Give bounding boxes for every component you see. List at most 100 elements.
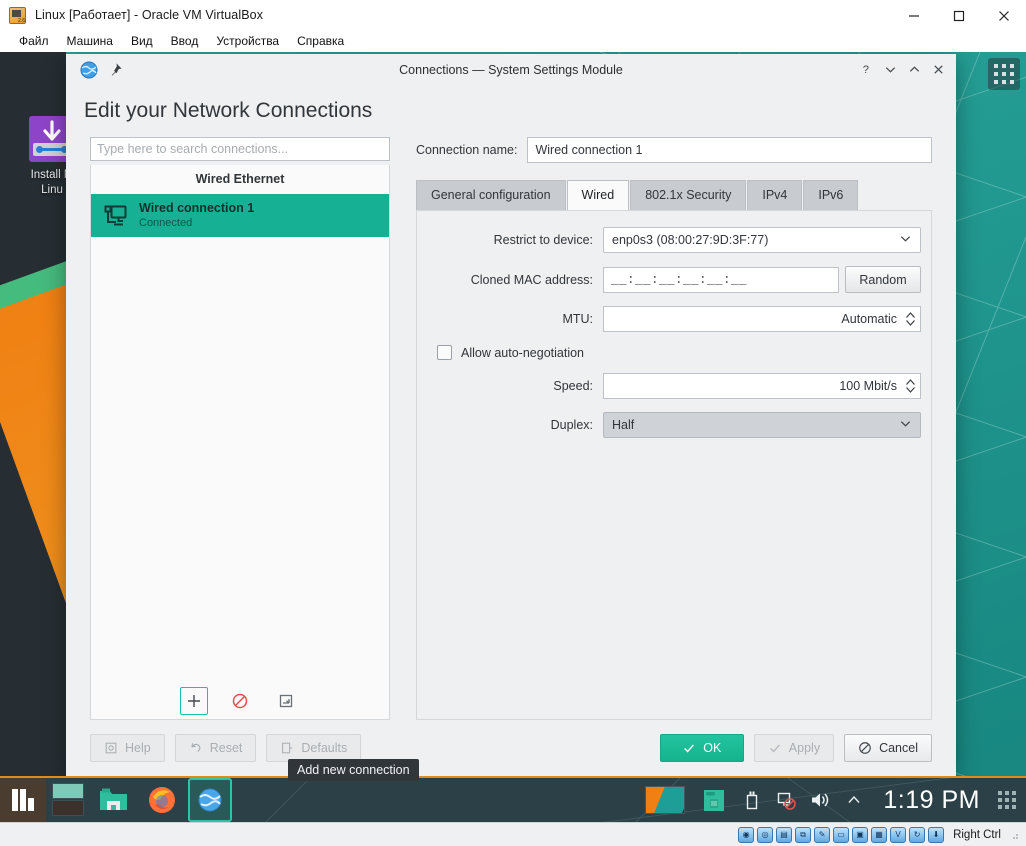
host-key-icon[interactable]: ⬇ — [928, 826, 945, 843]
allow-auto-negotiation-label: Allow auto-negotiation — [461, 345, 584, 360]
connections-list: Wired Ethernet Wired connection 1 Connec… — [90, 165, 390, 720]
recording-icon[interactable]: ▦ — [871, 826, 888, 843]
menu-input[interactable]: Ввод — [162, 31, 208, 52]
shared-folders-icon[interactable]: ▭ — [833, 826, 850, 843]
taskbar-file-manager[interactable] — [92, 778, 136, 822]
tab-ipv6[interactable]: IPv6 — [803, 180, 859, 210]
restrict-to-device-select[interactable]: enp0s3 (08:00:27:9D:3F:77) — [603, 227, 921, 253]
speed-value: 100 Mbit/s — [839, 379, 897, 393]
cancel-button[interactable]: Cancel — [844, 734, 932, 762]
duplex-value: Half — [612, 418, 635, 432]
tab-ipv4[interactable]: IPv4 — [747, 180, 803, 210]
footer-right-buttons: OK Apply Cancel — [659, 734, 932, 762]
chevron-down-icon[interactable] — [878, 58, 902, 82]
usb-devices-icon[interactable]: ✎ — [814, 826, 831, 843]
pager-desktop-1[interactable] — [52, 783, 84, 799]
virtualbox-window-buttons — [891, 0, 1026, 31]
cloned-mac-label: Cloned MAC address: — [470, 272, 593, 287]
add-connection-tooltip: Add new connection — [288, 759, 419, 781]
defaults-button[interactable]: Defaults — [266, 734, 362, 762]
menu-devices[interactable]: Устройства — [207, 31, 288, 52]
menu-help[interactable]: Справка — [288, 31, 353, 52]
list-item[interactable]: Wired connection 1 Connected — [91, 194, 389, 237]
taskbar: 1:19 PM — [0, 776, 1026, 822]
export-connection-button[interactable] — [272, 687, 300, 715]
duplex-select[interactable]: Half — [603, 412, 921, 438]
list-item-text: Wired connection 1 Connected — [139, 201, 254, 230]
clock[interactable]: 1:19 PM — [883, 786, 980, 815]
resize-grip-icon[interactable] — [1008, 829, 1020, 841]
desktop-preview-thumbnail[interactable] — [645, 786, 686, 814]
reset-button[interactable]: Reset — [174, 734, 257, 762]
tray-expand-chevron-icon[interactable] — [843, 789, 865, 811]
check-icon — [769, 744, 780, 753]
help-question-icon[interactable]: ? — [854, 58, 878, 82]
desktop-pager[interactable] — [52, 783, 88, 817]
menu-file[interactable]: Файл — [10, 31, 58, 52]
app-grid-icon[interactable] — [988, 58, 1020, 90]
close-icon[interactable] — [981, 0, 1026, 31]
delete-connection-button[interactable] — [226, 687, 254, 715]
virtualization-icon[interactable]: V — [890, 826, 907, 843]
network-adapter-icon[interactable]: ⧉ — [795, 826, 812, 843]
speed-stepper[interactable]: 100 Mbit/s — [603, 373, 921, 399]
menu-view[interactable]: Вид — [122, 31, 162, 52]
volume-icon[interactable] — [809, 789, 831, 811]
application-launcher-button[interactable] — [0, 778, 46, 822]
mtu-stepper[interactable]: Automatic — [603, 306, 921, 332]
chevron-up-icon[interactable] — [902, 58, 926, 82]
mtu-label: MTU: — [562, 312, 593, 326]
connection-state: Connected — [139, 217, 193, 229]
progress-bar-line — [40, 148, 62, 151]
floppy-icon[interactable]: ▤ — [776, 826, 793, 843]
display-icon[interactable]: ▣ — [852, 826, 869, 843]
add-connection-button[interactable] — [180, 687, 208, 715]
taskbar-firefox[interactable] — [140, 778, 184, 822]
harddisk-icon[interactable]: ◉ — [738, 826, 755, 843]
connection-name-label: Connection name: — [416, 143, 518, 157]
firefox-icon — [149, 787, 175, 813]
chevron-down-icon — [899, 417, 912, 433]
ok-button[interactable]: OK — [659, 734, 744, 762]
dialog-close-icon[interactable] — [926, 58, 950, 82]
virtualbox-app-icon — [9, 6, 26, 24]
help-button[interactable]: Help — [90, 734, 165, 762]
random-mac-button[interactable]: Random — [845, 266, 921, 293]
network-status-icon[interactable] — [775, 789, 797, 811]
apply-button[interactable]: Apply — [753, 734, 835, 762]
pager-desktop-2[interactable] — [52, 800, 84, 816]
optical-disk-icon[interactable]: ◎ — [757, 826, 774, 843]
wallpaper-orange-shape — [0, 243, 66, 822]
allow-auto-negotiation-row[interactable]: Allow auto-negotiation — [437, 345, 921, 360]
tab-wired[interactable]: Wired — [566, 180, 630, 210]
pin-icon[interactable] — [108, 62, 124, 78]
connection-name-input[interactable]: Wired connection 1 — [527, 137, 932, 163]
allow-auto-negotiation-checkbox[interactable] — [437, 345, 452, 360]
taskbar-network-settings[interactable] — [188, 778, 232, 822]
duplex-label: Duplex: — [550, 418, 593, 432]
restrict-to-device-value: enp0s3 (08:00:27:9D:3F:77) — [612, 233, 769, 247]
tab-general-configuration[interactable]: General configuration — [416, 180, 566, 210]
dialog-titlebar-buttons: ? — [854, 58, 950, 82]
mtu-row: MTU: Automatic — [417, 306, 921, 332]
ok-button-label: OK — [703, 741, 722, 755]
reset-button-label: Reset — [209, 741, 243, 755]
connections-group-header: Wired Ethernet — [91, 165, 389, 194]
cloned-mac-input[interactable]: __:__:__:__:__:__ — [603, 266, 839, 293]
mouse-integration-icon[interactable]: ↻ — [909, 826, 926, 843]
tab-8021x-security[interactable]: 802.1x Security — [630, 180, 747, 210]
menu-machine[interactable]: Машина — [58, 31, 122, 52]
usb-icon[interactable] — [741, 789, 763, 811]
app-grid-tray-icon[interactable] — [998, 791, 1016, 809]
document-icon — [282, 742, 293, 754]
trash-icon[interactable] — [699, 785, 729, 815]
search-input[interactable] — [90, 137, 390, 161]
restrict-to-device-label: Restrict to device: — [493, 233, 593, 247]
help-button-label: Help — [125, 741, 151, 755]
maximize-icon[interactable] — [936, 0, 981, 31]
wired-network-icon — [103, 203, 129, 229]
minimize-icon[interactable] — [891, 0, 936, 31]
connection-name-row: Connection name: Wired connection 1 — [416, 137, 932, 163]
speed-label: Speed: — [553, 379, 593, 393]
check-icon — [684, 744, 695, 753]
